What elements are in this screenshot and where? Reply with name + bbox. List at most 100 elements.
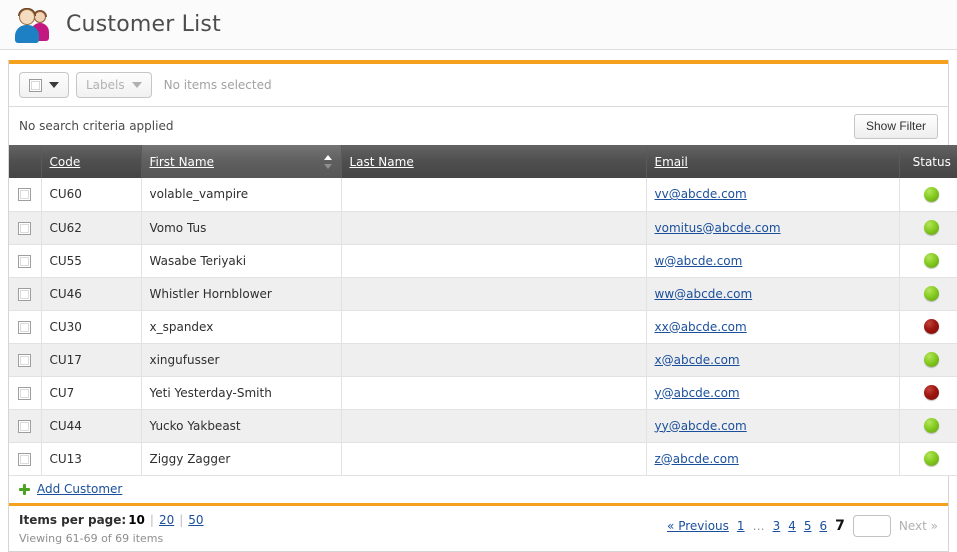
row-select-cell[interactable] xyxy=(9,442,42,476)
table-row[interactable]: CU30 x_spandex xx@abcde.com xyxy=(9,310,957,344)
cell-email[interactable]: ww@abcde.com xyxy=(646,277,900,311)
search-criteria-text: No search criteria applied xyxy=(19,119,174,133)
row-select-cell[interactable] xyxy=(9,244,42,278)
cell-email[interactable]: xx@abcde.com xyxy=(646,310,900,344)
email-link[interactable]: w@abcde.com xyxy=(655,254,743,268)
status-indicator-green xyxy=(924,286,940,301)
row-select-cell[interactable] xyxy=(9,178,42,212)
email-link[interactable]: xx@abcde.com xyxy=(655,320,747,334)
sort-link-code[interactable]: Code xyxy=(50,155,81,169)
row-select-cell[interactable] xyxy=(9,409,42,443)
table-row[interactable]: CU44 Yucko Yakbeast yy@abcde.com xyxy=(9,409,957,443)
cell-last-name xyxy=(341,343,647,377)
cell-first-name: xingufusser xyxy=(141,343,342,377)
checkbox-unchecked-icon[interactable] xyxy=(18,320,32,334)
table-row[interactable]: CU7 Yeti Yesterday-Smith y@abcde.com xyxy=(9,376,957,410)
pagination-page-3[interactable]: 3 xyxy=(773,519,781,533)
grid-footer: Items per page: 10 | 20 | 50 Viewing 61-69 of… xyxy=(9,502,948,551)
row-select-cell[interactable] xyxy=(9,211,42,245)
cell-email[interactable]: yy@abcde.com xyxy=(646,409,900,443)
column-header-last-name[interactable]: Last Name xyxy=(341,145,647,178)
add-customer-row[interactable]: Add Customer xyxy=(9,475,948,503)
items-per-page-option-50[interactable]: 50 xyxy=(188,513,203,527)
cell-first-name: Whistler Hornblower xyxy=(141,277,342,311)
table-row[interactable]: CU55 Wasabe Teriyaki w@abcde.com xyxy=(9,244,957,278)
cell-email[interactable]: w@abcde.com xyxy=(646,244,900,278)
customers-icon xyxy=(12,5,52,45)
selection-status-text: No items selected xyxy=(163,78,272,92)
checkbox-unchecked-icon[interactable] xyxy=(18,386,32,400)
status-indicator-green xyxy=(924,418,940,433)
email-link[interactable]: yy@abcde.com xyxy=(655,419,747,433)
sort-link-first-name[interactable]: First Name xyxy=(150,155,214,169)
items-per-page-option-20[interactable]: 20 xyxy=(159,513,174,527)
table-row[interactable]: CU17 xingufusser x@abcde.com xyxy=(9,343,957,377)
viewing-range-text: Viewing 61-69 of 69 items xyxy=(19,531,164,545)
cell-code: CU13 xyxy=(41,442,142,476)
checkbox-unchecked-icon[interactable] xyxy=(18,254,32,268)
column-header-code[interactable]: Code xyxy=(41,145,142,178)
email-link[interactable]: vv@abcde.com xyxy=(655,187,747,201)
table-row[interactable]: CU13 Ziggy Zagger z@abcde.com xyxy=(9,442,957,476)
email-link[interactable]: x@abcde.com xyxy=(655,353,740,367)
select-all-dropdown-button[interactable] xyxy=(19,72,69,98)
cell-last-name xyxy=(341,442,647,476)
checkbox-unchecked-icon[interactable] xyxy=(18,353,32,367)
table-row[interactable]: CU46 Whistler Hornblower ww@abcde.com xyxy=(9,277,957,311)
cell-code: CU60 xyxy=(41,178,142,212)
cell-email[interactable]: z@abcde.com xyxy=(646,442,900,476)
table-row[interactable]: CU60 volable_vampire vv@abcde.com xyxy=(9,178,957,212)
table-body: CU60 volable_vampire vv@abcde.com CU62 V… xyxy=(9,178,957,476)
status-indicator-green xyxy=(924,352,940,367)
page-title: Customer List xyxy=(66,12,221,37)
add-customer-link[interactable]: Add Customer xyxy=(37,482,122,496)
pagination-page-1[interactable]: 1 xyxy=(737,519,745,533)
row-select-cell[interactable] xyxy=(9,376,42,410)
filter-bar: No search criteria applied Show Filter xyxy=(9,107,948,145)
plus-icon xyxy=(19,483,30,495)
checkbox-unchecked-icon[interactable] xyxy=(18,188,32,202)
checkbox-unchecked-icon[interactable] xyxy=(18,419,32,433)
cell-last-name xyxy=(341,409,647,443)
checkbox-unchecked-icon[interactable] xyxy=(18,452,32,466)
pagination: « Previous 1 … 3 4 5 6 7 Next » xyxy=(667,512,938,537)
status-indicator-green xyxy=(924,451,940,466)
cell-email[interactable]: vomitus@abcde.com xyxy=(646,211,900,245)
row-select-cell[interactable] xyxy=(9,277,42,311)
pagination-page-input[interactable] xyxy=(852,514,891,537)
checkbox-unchecked-icon[interactable] xyxy=(18,287,32,301)
table-header-row: Code First Name Last Name Email Status xyxy=(9,145,957,178)
checkbox-unchecked-icon[interactable] xyxy=(18,221,32,235)
cell-status xyxy=(899,178,957,212)
email-link[interactable]: ww@abcde.com xyxy=(655,287,753,301)
pagination-page-5[interactable]: 5 xyxy=(804,519,812,533)
email-link[interactable]: vomitus@abcde.com xyxy=(655,221,781,235)
row-select-cell[interactable] xyxy=(9,310,42,344)
cell-last-name xyxy=(341,178,647,212)
sort-link-last-name[interactable]: Last Name xyxy=(350,155,414,169)
column-header-first-name[interactable]: First Name xyxy=(141,145,342,178)
checkbox-unchecked-icon xyxy=(29,78,42,92)
cell-first-name: Ziggy Zagger xyxy=(141,442,342,476)
cell-last-name xyxy=(341,277,647,311)
show-filter-button[interactable]: Show Filter xyxy=(853,113,938,139)
email-link[interactable]: y@abcde.com xyxy=(655,386,740,400)
labels-dropdown-button[interactable]: Labels xyxy=(76,72,152,98)
pagination-next[interactable]: Next » xyxy=(899,519,938,533)
row-select-cell[interactable] xyxy=(9,343,42,377)
cell-first-name: volable_vampire xyxy=(141,178,342,212)
pagination-page-6[interactable]: 6 xyxy=(819,519,827,533)
sort-link-email[interactable]: Email xyxy=(655,155,688,169)
cell-email[interactable]: x@abcde.com xyxy=(646,343,900,377)
pagination-page-4[interactable]: 4 xyxy=(788,519,796,533)
email-link[interactable]: z@abcde.com xyxy=(655,452,739,466)
cell-email[interactable]: vv@abcde.com xyxy=(646,178,900,212)
column-header-email[interactable]: Email xyxy=(646,145,900,178)
cell-email[interactable]: y@abcde.com xyxy=(646,376,900,410)
pagination-current-page: 7 xyxy=(835,517,845,534)
table-row[interactable]: CU62 Vomo Tus vomitus@abcde.com xyxy=(9,211,957,245)
status-indicator-red xyxy=(924,319,940,334)
cell-last-name xyxy=(341,310,647,344)
pagination-previous[interactable]: « Previous xyxy=(667,519,729,533)
cell-status xyxy=(899,343,957,377)
